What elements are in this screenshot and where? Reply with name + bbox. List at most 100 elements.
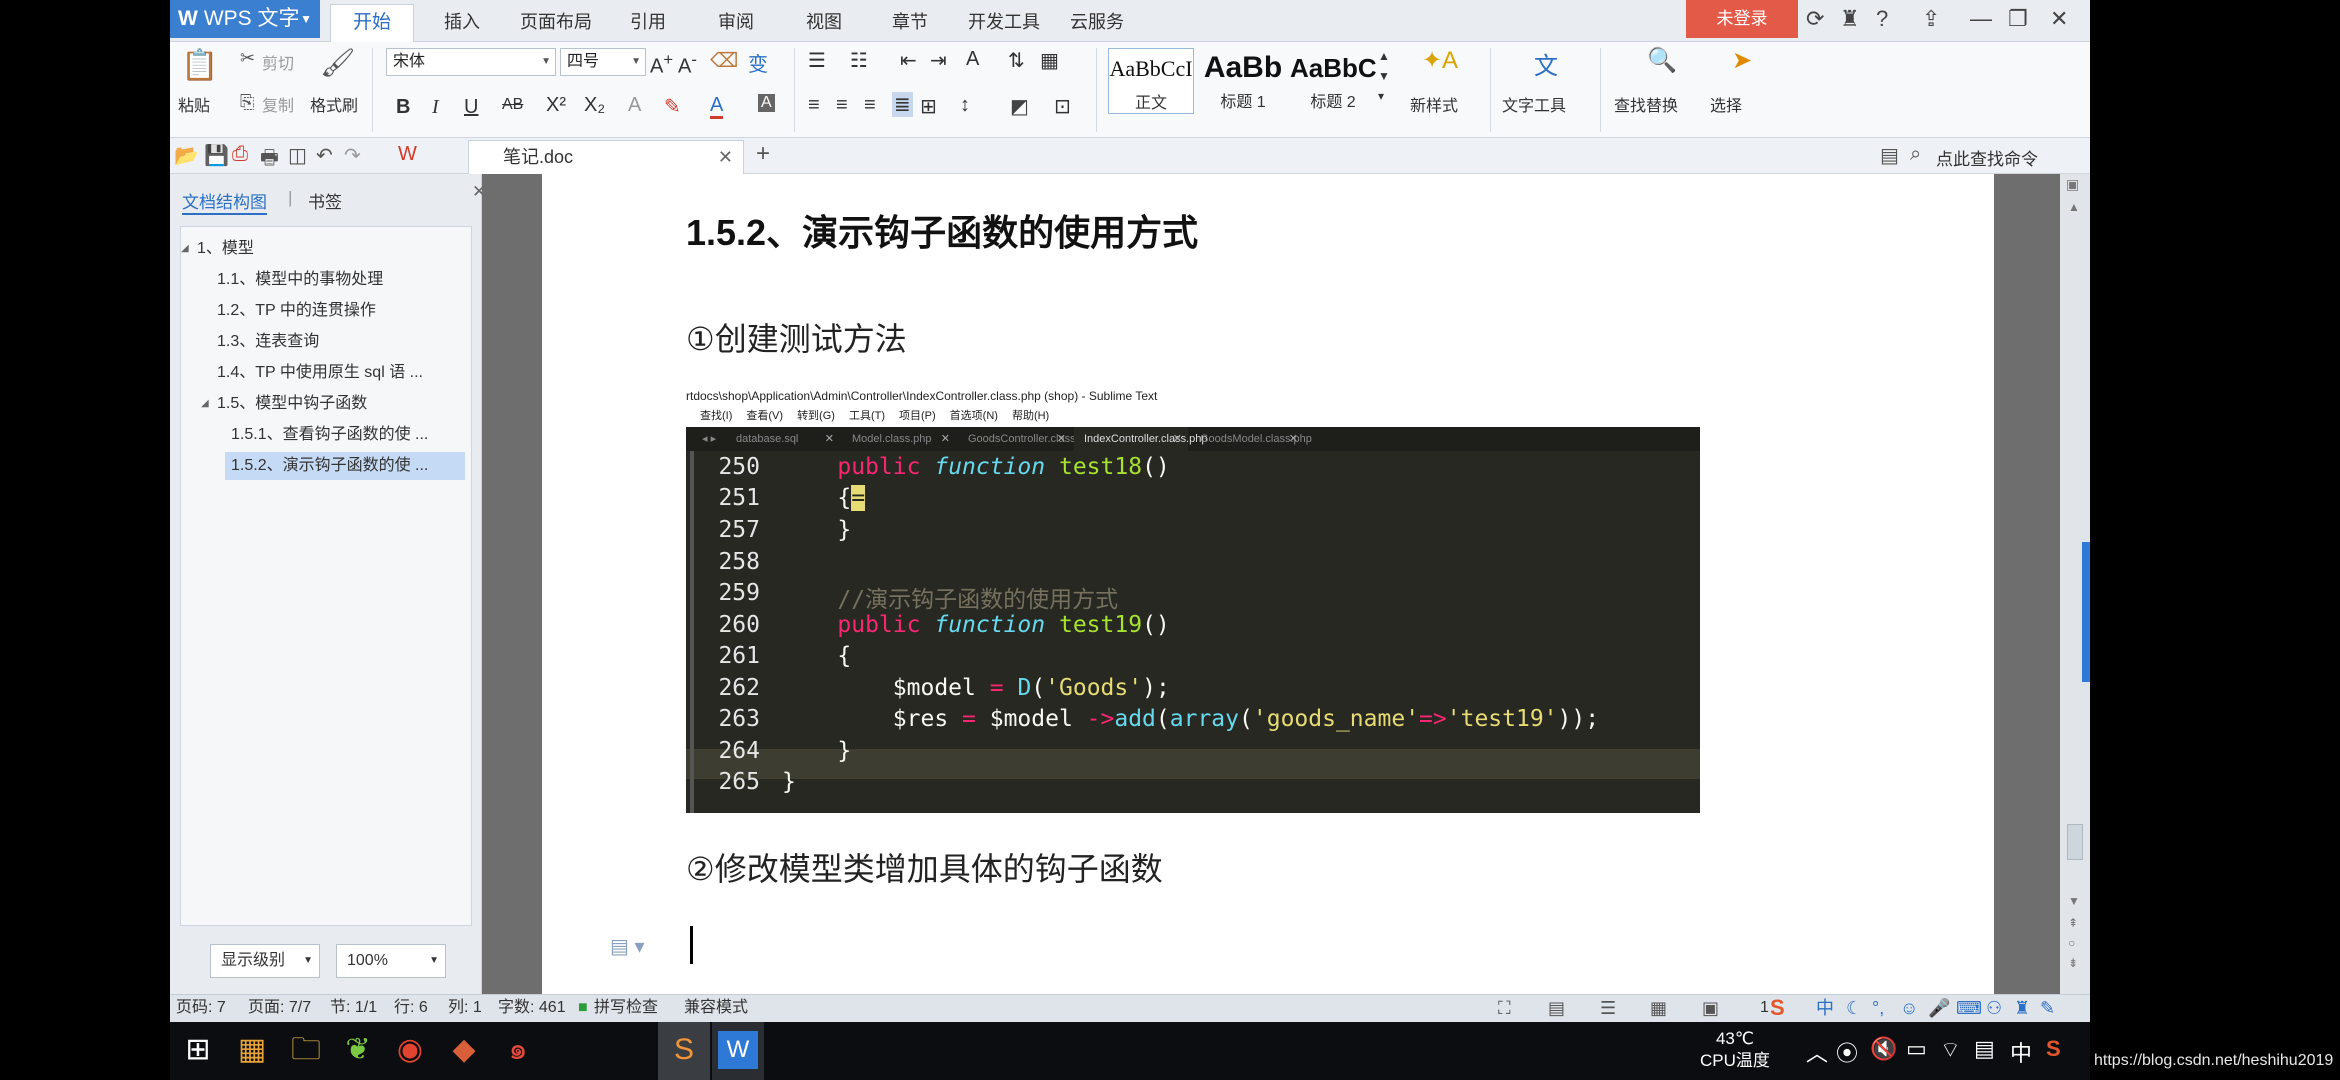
text-tools-icon[interactable]: 文 bbox=[1526, 46, 1566, 81]
page-view-icon[interactable]: ▤ bbox=[1548, 995, 1565, 1021]
pdf-icon[interactable]: ⎙ bbox=[232, 143, 248, 166]
status-word-count[interactable]: 字数: 461 bbox=[498, 995, 566, 1021]
tab-start[interactable]: 开始 bbox=[330, 4, 414, 42]
search-command[interactable]: 点此查找命令 bbox=[1936, 145, 2038, 170]
style-normal[interactable]: AaBbCcI 正文 bbox=[1108, 48, 1194, 114]
ime-indicator[interactable]: 中 bbox=[2010, 1036, 2032, 1068]
undo-icon[interactable]: ↶ bbox=[316, 143, 333, 168]
leaf-app-icon[interactable]: ❦ bbox=[338, 1030, 378, 1070]
tools-icon[interactable]: ✎ bbox=[2040, 995, 2055, 1021]
keyboard-icon[interactable]: ⌨ bbox=[1956, 995, 1982, 1021]
align-right-icon[interactable]: ≡ bbox=[864, 94, 876, 117]
web-view-icon[interactable]: ▦ bbox=[1650, 995, 1667, 1021]
help-icon[interactable]: ? bbox=[1876, 6, 1888, 32]
border-icon[interactable]: ⊡ bbox=[1054, 94, 1071, 119]
tab-page-layout[interactable]: 页面布局 bbox=[520, 8, 592, 34]
outline-item[interactable]: 1.4、TP 中使用原生 sql 语 ... bbox=[211, 359, 465, 387]
outline-item[interactable]: 1.1、模型中的事物处理 bbox=[211, 266, 465, 294]
document-page[interactable]: 1.5.2、演示钩子函数的使用方式 ①创建测试方法 rtdocs\shop\Ap… bbox=[542, 174, 1994, 994]
text-tools-button[interactable]: 文字工具 bbox=[1502, 92, 1566, 116]
emoji-icon[interactable]: ☺ bbox=[1900, 995, 1918, 1021]
copy-icon[interactable]: ⎘ bbox=[240, 92, 254, 113]
prev-page-icon[interactable]: ⇞ bbox=[2068, 916, 2078, 930]
sogou-ime-icon[interactable]: S bbox=[1770, 995, 1785, 1021]
new-tab-icon[interactable]: + bbox=[756, 140, 770, 168]
outline-item[interactable]: 1.5.1、查看钩子函数的使 ... bbox=[225, 421, 465, 449]
align-left-icon[interactable]: ≡ bbox=[808, 94, 820, 117]
align-center-icon[interactable]: ≡ bbox=[836, 94, 848, 117]
refresh-icon[interactable]: ⟳ bbox=[1806, 6, 1824, 32]
italic-icon[interactable]: I bbox=[432, 96, 439, 119]
close-tab-icon[interactable]: ✕ bbox=[718, 141, 733, 173]
sogou-tray-icon[interactable]: S bbox=[2046, 1036, 2061, 1062]
status-spell-check[interactable]: 拼写检查 bbox=[594, 995, 658, 1021]
fullscreen-icon[interactable]: ⛶ bbox=[1498, 995, 1511, 1021]
save-icon[interactable]: 💾 bbox=[204, 143, 229, 168]
cpu-temperature[interactable]: 43℃ CPU温度 bbox=[1700, 1028, 1770, 1072]
browse-object-icon[interactable]: ○ bbox=[2068, 936, 2075, 950]
tray-expand-icon[interactable]: ︿ bbox=[1806, 1036, 1828, 1068]
find-replace-button[interactable]: 查找替换 bbox=[1614, 92, 1678, 116]
side-panel-toggle[interactable] bbox=[2082, 542, 2090, 682]
user-icon[interactable]: ⚇ bbox=[1986, 995, 2002, 1021]
char-shading-icon[interactable]: A bbox=[758, 94, 775, 112]
grow-font-icon[interactable]: A+ bbox=[650, 50, 673, 79]
app-menu-button[interactable]: W WPS 文字 ▼ bbox=[170, 0, 320, 38]
tab-review[interactable]: 审阅 bbox=[718, 8, 754, 34]
tab-view[interactable]: 视图 bbox=[806, 8, 842, 34]
line-spacing-icon[interactable]: ↕ bbox=[960, 94, 970, 117]
skin-icon[interactable]: ♜ bbox=[1840, 6, 1860, 32]
superscript-icon[interactable]: X² bbox=[546, 94, 566, 117]
preview-icon[interactable]: ◫ bbox=[288, 143, 307, 168]
clear-format-icon[interactable]: ⌫ bbox=[710, 48, 738, 73]
outline-view-icon[interactable]: ☰ bbox=[1600, 995, 1616, 1021]
shirt-icon[interactable]: ♜ bbox=[2014, 995, 2030, 1021]
new-style-icon[interactable]: ✦A bbox=[1420, 46, 1460, 75]
tab-cloud[interactable]: 云服务 bbox=[1070, 8, 1124, 34]
minimize-icon[interactable]: — bbox=[1970, 6, 1992, 32]
scroll-thumb[interactable] bbox=[2067, 824, 2083, 860]
restore-icon[interactable]: ❐ bbox=[2008, 6, 2028, 32]
find-replace-icon[interactable]: 🔍 bbox=[1642, 46, 1682, 75]
strikethrough-icon[interactable]: AB bbox=[502, 96, 523, 114]
document-tab[interactable]: 笔记.doc ✕ bbox=[468, 140, 744, 174]
tab-bookmarks[interactable]: 书签 bbox=[308, 188, 342, 213]
font-family-select[interactable]: 宋体 ▼ bbox=[386, 48, 556, 76]
distribute-icon[interactable]: ⊞ bbox=[920, 94, 937, 119]
paragraph-options-icon[interactable]: ▤ ▾ bbox=[610, 934, 645, 959]
expand-triangle-icon[interactable]: ◢ bbox=[181, 235, 189, 263]
tab-references[interactable]: 引用 bbox=[630, 8, 666, 34]
ime-chinese-icon[interactable]: 中 bbox=[1816, 995, 1834, 1021]
sort-icon[interactable]: ⇅ bbox=[1008, 48, 1025, 73]
tab-insert[interactable]: 插入 bbox=[444, 8, 480, 34]
shading-icon[interactable]: ◩ bbox=[1010, 94, 1029, 119]
toolbar-option-icon[interactable]: ▤ bbox=[1880, 143, 1899, 168]
chrome-icon[interactable]: ◉ bbox=[390, 1030, 430, 1070]
paste-button[interactable]: 粘贴 bbox=[178, 92, 210, 116]
next-page-icon[interactable]: ⇟ bbox=[2068, 956, 2078, 970]
redo-icon[interactable]: ↷ bbox=[344, 143, 361, 168]
styles-scroll-icon[interactable]: ▲ ▼ ▾ bbox=[1378, 46, 1390, 106]
filezilla-icon[interactable]: ◆ bbox=[444, 1030, 484, 1070]
bold-icon[interactable]: B bbox=[396, 96, 410, 119]
format-painter-button[interactable]: 格式刷 bbox=[310, 92, 358, 116]
justify-icon[interactable]: ≣ bbox=[892, 92, 913, 117]
copy-button[interactable]: 复制 bbox=[262, 92, 294, 116]
notification-icon[interactable]: ▤ bbox=[1974, 1036, 1995, 1062]
bullet-list-icon[interactable]: ☰ bbox=[808, 48, 826, 73]
battery-icon[interactable]: ▭ bbox=[1906, 1036, 1927, 1062]
read-view-icon[interactable]: ▣ bbox=[1702, 995, 1719, 1021]
open-icon[interactable]: 📂 bbox=[174, 143, 199, 168]
scroll-up-icon[interactable]: ▲ bbox=[2068, 200, 2080, 214]
outline-item[interactable]: 1.2、TP 中的连贯操作 bbox=[211, 297, 465, 325]
wps-taskbar-button[interactable]: W bbox=[712, 1022, 764, 1080]
outline-item[interactable]: 1.5.2、演示钩子函数的使 ... bbox=[225, 452, 465, 480]
moon-icon[interactable]: ☾ bbox=[1846, 995, 1862, 1021]
outline-item[interactable]: 1.3、连表查询 bbox=[211, 328, 465, 356]
windows-start-icon[interactable]: ⊞ bbox=[178, 1030, 218, 1070]
share-icon[interactable]: ⇪ bbox=[1922, 6, 1940, 32]
wps-w-icon[interactable]: W bbox=[398, 143, 417, 166]
outline-item[interactable]: 1.5、模型中钩子函数 bbox=[211, 390, 465, 418]
tab-chapter[interactable]: 章节 bbox=[892, 8, 928, 34]
ruler-toggle-icon[interactable]: ▣ bbox=[2066, 176, 2079, 193]
